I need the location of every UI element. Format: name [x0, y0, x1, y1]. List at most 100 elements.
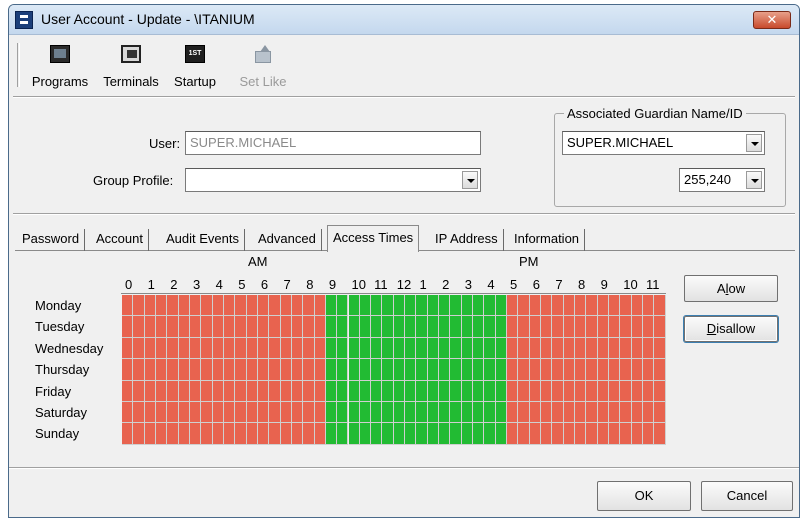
time-slot-cell[interactable] [337, 359, 349, 381]
time-slot-cell[interactable] [620, 359, 632, 381]
time-slot-cell[interactable] [348, 380, 360, 402]
time-slot-cell[interactable] [631, 337, 643, 360]
time-slot-cell[interactable] [223, 402, 236, 424]
time-slot-cell[interactable] [382, 316, 394, 338]
time-slot-cell[interactable] [291, 402, 304, 424]
time-slot-cell[interactable] [235, 337, 247, 360]
time-slot-cell[interactable] [371, 359, 383, 381]
time-slot-cell[interactable] [167, 359, 179, 381]
time-slot-cell[interactable] [155, 359, 168, 381]
time-slot-cell[interactable] [575, 380, 587, 402]
time-slot-cell[interactable] [654, 359, 666, 381]
time-slot-cell[interactable] [575, 402, 587, 424]
time-slot-cell[interactable] [597, 402, 609, 424]
time-slot-cell[interactable] [122, 402, 134, 424]
time-slot-cell[interactable] [416, 295, 428, 317]
time-slot-cell[interactable] [291, 295, 304, 317]
time-slot-cell[interactable] [608, 295, 621, 317]
time-slot-cell[interactable] [461, 423, 474, 445]
time-slot-cell[interactable] [620, 337, 632, 360]
time-slot-cell[interactable] [371, 316, 383, 338]
time-slot-cell[interactable] [291, 359, 304, 381]
time-slot-cell[interactable] [212, 316, 224, 338]
time-slot-cell[interactable] [189, 402, 202, 424]
time-slot-cell[interactable] [597, 380, 609, 402]
time-slot-cell[interactable] [269, 295, 281, 317]
time-slot-cell[interactable] [507, 316, 519, 338]
toolbar-grip[interactable] [17, 43, 20, 87]
time-slot-cell[interactable] [597, 423, 609, 445]
time-slot-cell[interactable] [223, 295, 236, 317]
time-slot-cell[interactable] [427, 316, 440, 338]
time-slot-cell[interactable] [348, 295, 360, 317]
time-slot-cell[interactable] [155, 380, 168, 402]
time-slot-cell[interactable] [427, 295, 440, 317]
time-slot-cell[interactable] [575, 316, 587, 338]
time-slot-cell[interactable] [167, 423, 179, 445]
time-slot-cell[interactable] [178, 423, 190, 445]
time-slot-cell[interactable] [246, 402, 258, 424]
time-slot-cell[interactable] [325, 316, 338, 338]
time-slot-cell[interactable] [269, 337, 281, 360]
time-slot-cell[interactable] [507, 295, 519, 317]
time-slot-cell[interactable] [642, 423, 655, 445]
time-slot-cell[interactable] [563, 316, 575, 338]
time-slot-cell[interactable] [235, 316, 247, 338]
time-slot-cell[interactable] [359, 423, 372, 445]
time-slot-cell[interactable] [450, 295, 462, 317]
time-slot-cell[interactable] [552, 359, 564, 381]
time-slot-cell[interactable] [359, 402, 372, 424]
time-slot-cell[interactable] [144, 337, 156, 360]
time-slot-cell[interactable] [518, 380, 530, 402]
time-slot-cell[interactable] [314, 337, 326, 360]
time-slot-cell[interactable] [620, 380, 632, 402]
time-slot-cell[interactable] [189, 380, 202, 402]
time-slot-cell[interactable] [518, 402, 530, 424]
chevron-down-icon[interactable] [746, 171, 762, 189]
time-slot-cell[interactable] [507, 337, 519, 360]
time-slot-cell[interactable] [348, 423, 360, 445]
time-slot-cell[interactable] [201, 380, 213, 402]
time-slot-cell[interactable] [257, 402, 270, 424]
time-slot-cell[interactable] [291, 423, 304, 445]
time-slot-cell[interactable] [473, 337, 485, 360]
time-slot-cell[interactable] [133, 316, 145, 338]
time-slot-cell[interactable] [529, 316, 541, 338]
time-slot-cell[interactable] [642, 402, 655, 424]
time-slot-cell[interactable] [235, 423, 247, 445]
title-bar[interactable]: User Account - Update - \ITANIUM ✕ [9, 5, 799, 35]
time-slot-cell[interactable] [212, 295, 224, 317]
time-slot-cell[interactable] [144, 316, 156, 338]
time-slot-cell[interactable] [348, 337, 360, 360]
time-slot-cell[interactable] [586, 359, 598, 381]
time-slot-cell[interactable] [359, 359, 372, 381]
time-slot-cell[interactable] [133, 423, 145, 445]
time-slot-cell[interactable] [223, 359, 236, 381]
time-slot-cell[interactable] [563, 295, 575, 317]
time-slot-cell[interactable] [280, 380, 292, 402]
time-slot-cell[interactable] [337, 316, 349, 338]
time-slot-cell[interactable] [382, 380, 394, 402]
time-slot-cell[interactable] [586, 316, 598, 338]
time-slot-cell[interactable] [122, 316, 134, 338]
time-slot-cell[interactable] [257, 423, 270, 445]
time-slot-cell[interactable] [201, 423, 213, 445]
time-slot-cell[interactable] [439, 337, 451, 360]
time-slot-cell[interactable] [575, 359, 587, 381]
time-slot-cell[interactable] [189, 359, 202, 381]
time-slot-cell[interactable] [654, 295, 666, 317]
time-slot-cell[interactable] [269, 423, 281, 445]
time-slot-cell[interactable] [212, 423, 224, 445]
time-slot-cell[interactable] [608, 337, 621, 360]
time-slot-cell[interactable] [178, 402, 190, 424]
time-slot-cell[interactable] [257, 295, 270, 317]
time-slot-cell[interactable] [620, 316, 632, 338]
time-slot-cell[interactable] [461, 316, 474, 338]
guardian-name-select[interactable]: SUPER.MICHAEL [562, 131, 765, 155]
time-slot-cell[interactable] [280, 337, 292, 360]
time-slot-cell[interactable] [235, 295, 247, 317]
time-slot-cell[interactable] [575, 295, 587, 317]
time-slot-cell[interactable] [269, 316, 281, 338]
time-slot-cell[interactable] [541, 337, 553, 360]
time-slot-cell[interactable] [405, 295, 417, 317]
